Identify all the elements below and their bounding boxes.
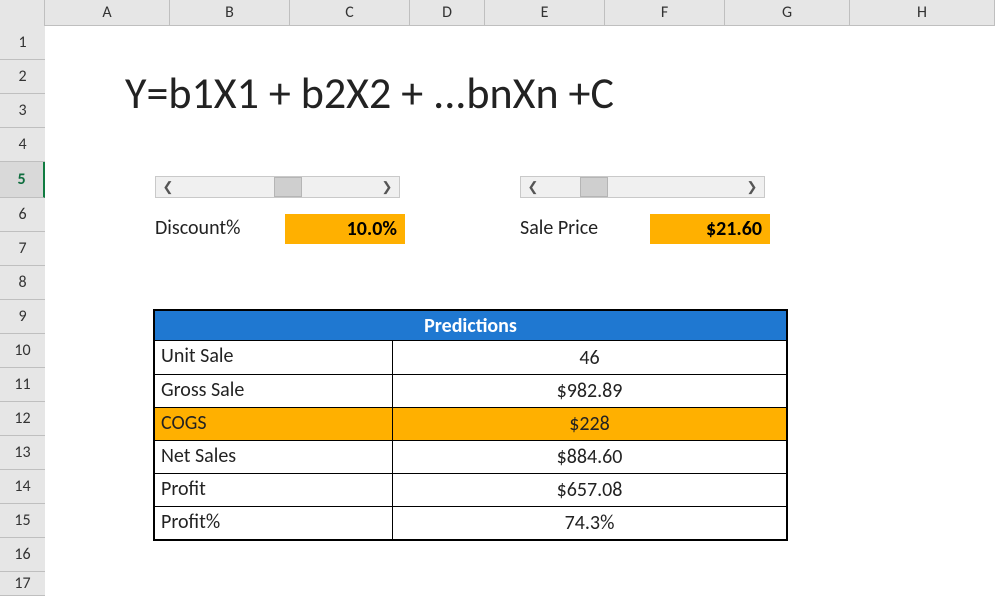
chevron-right-icon: ❯ [382,180,393,195]
content-overlay: Y=b1X1 + b2X2 + ...bnXn +C ❮ ❯ Discount%… [45,26,997,602]
chevron-left-icon: ❮ [528,180,539,195]
row-header-1[interactable]: 1 [0,26,45,60]
row-header-5[interactable]: 5 [0,162,45,198]
column-headers: ABCDEFGH [0,0,995,26]
chevron-left-icon: ❮ [163,180,174,195]
row-header-4[interactable]: 4 [0,128,45,162]
predictions-label: Net Sales [155,441,393,473]
table-row: Net Sales$884.60 [155,440,786,473]
table-row: Profit%74.3% [155,506,786,539]
discount-label-row: Discount% 10.0% [155,216,435,240]
discount-slider-group: ❮ ❯ [155,176,400,198]
predictions-value: 74.3% [393,507,786,539]
discount-decrement-button[interactable]: ❮ [156,177,180,197]
table-row: Gross Sale$982.89 [155,374,786,407]
predictions-value: $884.60 [393,441,786,473]
row-header-17[interactable]: 17 [0,572,45,596]
row-header-16[interactable]: 16 [0,538,45,572]
column-header-A[interactable]: A [45,0,170,25]
table-row: COGS$228 [155,407,786,440]
formula-heading: Y=b1X1 + b2X2 + ...bnXn +C [125,66,614,120]
chevron-right-icon: ❯ [747,180,758,195]
column-header-E[interactable]: E [485,0,605,25]
select-all-corner[interactable] [0,0,45,26]
sale-price-track[interactable] [545,177,740,197]
discount-label: Discount% [155,216,240,240]
predictions-value: $228 [393,408,786,440]
predictions-value: 46 [393,341,786,374]
row-headers: 1234567891011121314151617 [0,26,45,596]
row-header-6[interactable]: 6 [0,198,45,232]
discount-thumb[interactable] [274,177,302,197]
sale-price-increment-button[interactable]: ❯ [740,177,764,197]
predictions-value: $982.89 [393,375,786,407]
sale-price-scrollbar[interactable]: ❮ ❯ [520,176,765,198]
sale-price-label-row: Sale Price $21.60 [520,216,800,240]
predictions-label: Profit% [155,507,393,539]
predictions-label: COGS [155,408,393,440]
row-header-13[interactable]: 13 [0,436,45,470]
column-header-G[interactable]: G [725,0,850,25]
sale-price-decrement-button[interactable]: ❮ [521,177,545,197]
row-header-8[interactable]: 8 [0,266,45,300]
discount-scrollbar[interactable]: ❮ ❯ [155,176,400,198]
discount-increment-button[interactable]: ❯ [375,177,399,197]
predictions-table: Predictions Unit Sale46Gross Sale$982.89… [153,309,788,541]
column-header-F[interactable]: F [605,0,725,25]
discount-track[interactable] [180,177,375,197]
row-header-12[interactable]: 12 [0,402,45,436]
spreadsheet: ABCDEFGH 1234567891011121314151617 Y=b1X… [0,0,997,602]
predictions-label: Profit [155,474,393,506]
row-header-3[interactable]: 3 [0,94,45,128]
column-header-C[interactable]: C [290,0,410,25]
row-header-10[interactable]: 10 [0,334,45,368]
discount-value-cell: 10.0% [285,214,405,244]
sale-price-label: Sale Price [520,216,598,240]
sale-price-slider-group: ❮ ❯ [520,176,765,198]
sale-price-value-cell: $21.60 [650,214,770,244]
table-row: Profit$657.08 [155,473,786,506]
predictions-title: Predictions [155,311,786,341]
row-header-9[interactable]: 9 [0,300,45,334]
row-header-15[interactable]: 15 [0,504,45,538]
row-header-14[interactable]: 14 [0,470,45,504]
row-header-7[interactable]: 7 [0,232,45,266]
row-header-2[interactable]: 2 [0,60,45,94]
column-header-H[interactable]: H [850,0,995,25]
column-header-B[interactable]: B [170,0,290,25]
predictions-label: Unit Sale [155,341,393,374]
table-row: Unit Sale46 [155,341,786,374]
sale-price-thumb[interactable] [580,177,608,197]
row-header-11[interactable]: 11 [0,368,45,402]
predictions-label: Gross Sale [155,375,393,407]
predictions-value: $657.08 [393,474,786,506]
column-header-D[interactable]: D [410,0,485,25]
